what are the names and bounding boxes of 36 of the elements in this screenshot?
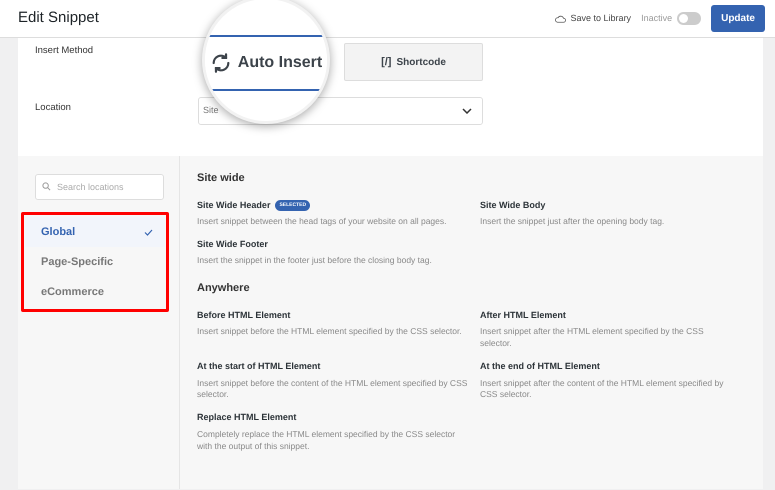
option-title: Site Wide Header <box>197 198 270 212</box>
active-toggle[interactable] <box>677 12 702 25</box>
shortcode-icon: [/] <box>381 54 392 70</box>
search-field[interactable]: Search locations <box>35 174 164 200</box>
option-description: Insert snippet before the HTML element specified by the CSS selector. <box>197 326 463 338</box>
option-title: Before HTML Element <box>197 308 290 322</box>
field-label: Insert Method <box>35 44 94 58</box>
cloud-icon <box>554 14 566 22</box>
option-title: Site Wide Footer <box>197 238 268 251</box>
auto-insert-button[interactable]: Auto Insert <box>205 35 327 91</box>
option-title: Replace HTML Element <box>197 411 296 424</box>
checkmark-icon <box>144 228 153 236</box>
refresh-icon <box>210 52 232 74</box>
option-title: At the start of HTML Element <box>197 360 320 374</box>
save-to-library-button[interactable]: Save to Library <box>554 12 632 26</box>
option-description: Insert snippet between the head tags of your website on all pages. <box>197 216 448 228</box>
category-tab[interactable]: Global <box>25 217 165 247</box>
option-description: Insert snippet after the content of the HTML element specified by CSS selector. <box>480 378 724 402</box>
option-description: Insert snippet before the content of the HTML element specified by CSS selector. <box>197 378 468 402</box>
section-heading: Site wide <box>197 171 246 186</box>
page-title: Edit Snippet <box>18 8 100 28</box>
option-description: Insert the snippet just after the opening body tag. <box>480 216 666 228</box>
category-tab[interactable]: Page-Specific <box>25 247 165 277</box>
option-description: Completely replace the HTML element specified by the CSS selector with the output of this snippet. <box>197 428 456 453</box>
field-label: Location <box>35 101 72 115</box>
option-description: Insert snippet after the HTML element specified by the CSS selector. <box>480 326 705 350</box>
chevron-down-icon <box>462 108 472 114</box>
option-title: After HTML Element <box>480 308 566 322</box>
option-title: At the end of HTML Element <box>480 360 600 374</box>
option-description: Insert the snippet in the footer just before the closing body tag. <box>197 255 433 268</box>
status-label: Inactive <box>641 12 672 25</box>
category-tab[interactable]: eCommerce <box>25 277 165 307</box>
shortcode-button[interactable]: [/] Shortcode <box>344 43 483 81</box>
section-heading: Anywhere <box>197 281 251 296</box>
option-title: Site Wide Body <box>480 198 546 212</box>
update-button[interactable]: Update <box>711 5 765 32</box>
